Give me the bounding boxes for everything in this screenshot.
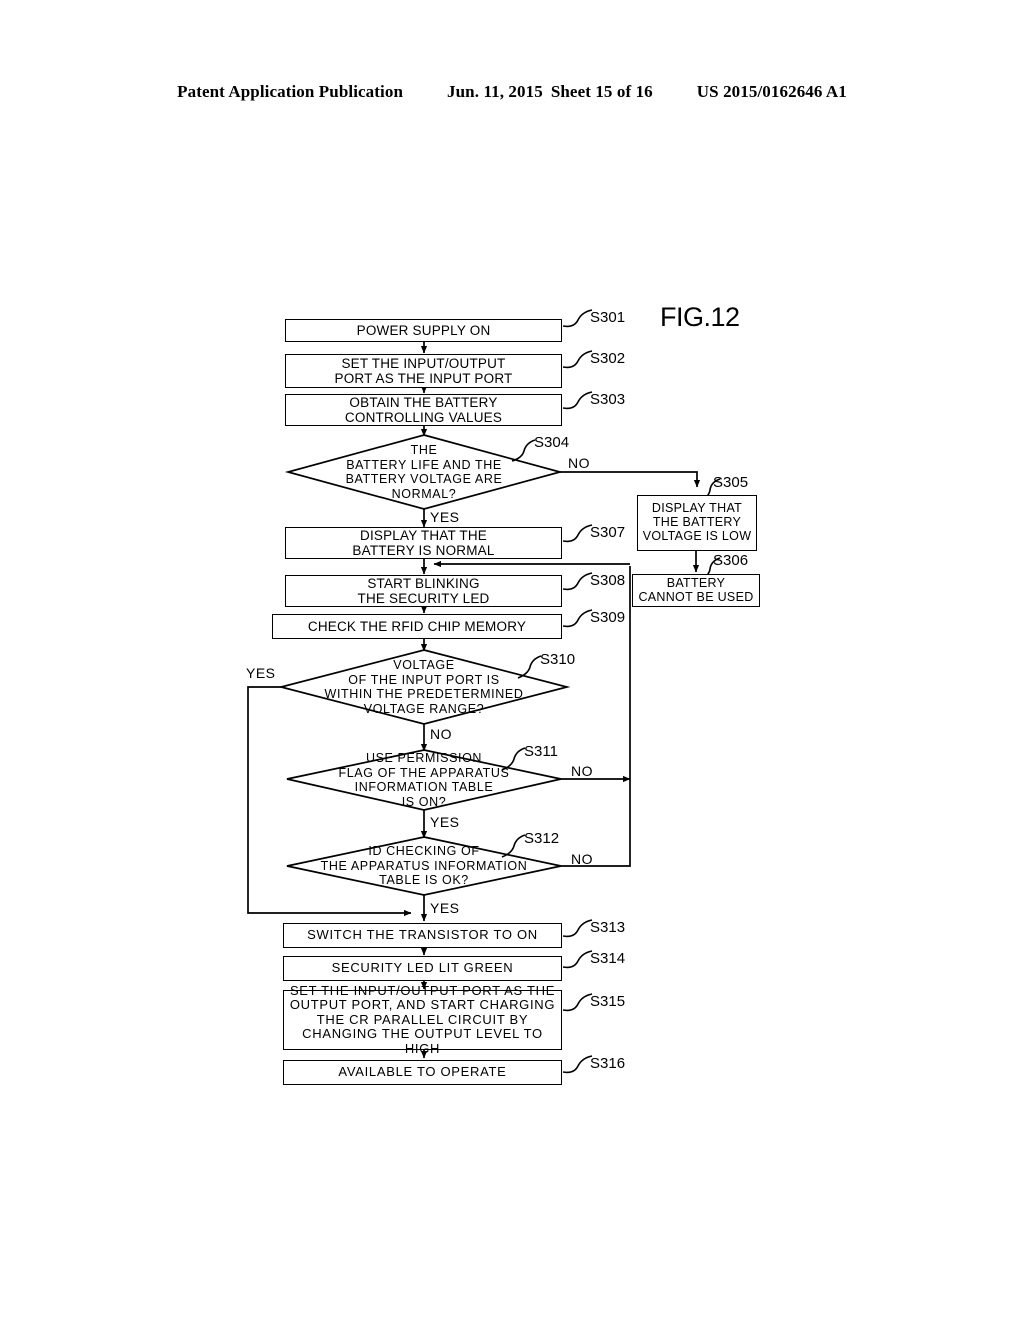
flow-node-s312-label: ID CHECKING OF THE APPARATUS INFORMATION… [320, 844, 528, 888]
flow-node-s306-label: BATTERY CANNOT BE USED [638, 575, 754, 604]
step-tag-s302: S302 [590, 350, 626, 367]
flow-node-s310[interactable]: VOLTAGE OF THE INPUT PORT IS WITHIN THE … [297, 655, 551, 719]
flow-node-s311[interactable]: USE PERMISSION FLAG OF THE APPARATUS INF… [302, 751, 546, 809]
step-tag-s301: S301 [590, 309, 626, 326]
edge-label-s304-yes: YES [430, 509, 460, 525]
step-tag-s314: S314 [590, 950, 626, 967]
flow-node-s315-label: SET THE INPUT/OUTPUT PORT AS THE OUTPUT … [289, 982, 556, 1056]
flow-node-s315[interactable]: SET THE INPUT/OUTPUT PORT AS THE OUTPUT … [283, 983, 562, 1056]
flow-node-s302-label: SET THE INPUT/OUTPUT PORT AS THE INPUT P… [334, 355, 513, 386]
flow-node-s303[interactable]: OBTAIN THE BATTERY CONTROLLING VALUES [285, 394, 562, 426]
flow-node-s316[interactable]: AVAILABLE TO OPERATE [283, 1060, 562, 1085]
flow-node-s305[interactable]: DISPLAY THAT THE BATTERY VOLTAGE IS LOW [637, 495, 757, 551]
step-tag-s308: S308 [590, 572, 626, 589]
step-tag-s313: S313 [590, 919, 626, 936]
flow-node-s307[interactable]: DISPLAY THAT THE BATTERY IS NORMAL [285, 527, 562, 559]
step-tag-s309: S309 [590, 609, 626, 626]
flow-node-s308[interactable]: START BLINKING THE SECURITY LED [285, 575, 562, 607]
edge-label-s310-no: NO [430, 726, 452, 742]
step-tag-s311: S311 [524, 743, 558, 760]
flow-node-s304-label: THE BATTERY LIFE AND THE BATTERY VOLTAGE… [345, 443, 503, 501]
flow-node-s301[interactable]: POWER SUPPLY ON [285, 319, 562, 342]
flow-node-s306[interactable]: BATTERY CANNOT BE USED [632, 574, 760, 607]
step-tag-s303: S303 [590, 391, 626, 408]
step-tag-s316: S316 [590, 1055, 626, 1072]
flow-node-s301-label: POWER SUPPLY ON [356, 322, 491, 338]
flow-node-s303-label: OBTAIN THE BATTERY CONTROLLING VALUES [344, 394, 503, 425]
flow-node-s313[interactable]: SWITCH THE TRANSISTOR TO ON [283, 923, 562, 948]
flow-node-s312[interactable]: ID CHECKING OF THE APPARATUS INFORMATION… [300, 842, 548, 890]
edge-label-s310-yes: YES [246, 665, 276, 681]
step-tag-s306: S306 [713, 552, 749, 569]
flow-node-s314-label: SECURITY LED LIT GREEN [331, 960, 514, 976]
step-tag-s312: S312 [524, 830, 560, 847]
edge-label-s311-yes: YES [430, 814, 460, 830]
flow-node-s304[interactable]: THE BATTERY LIFE AND THE BATTERY VOLTAGE… [304, 440, 544, 504]
flow-node-s308-label: START BLINKING THE SECURITY LED [357, 575, 490, 606]
step-tag-s315: S315 [590, 993, 626, 1010]
step-tag-s310: S310 [540, 651, 576, 668]
step-tag-s305: S305 [713, 474, 749, 491]
flow-node-s302[interactable]: SET THE INPUT/OUTPUT PORT AS THE INPUT P… [285, 354, 562, 388]
step-tag-s304: S304 [534, 434, 570, 451]
edge-label-s312-yes: YES [430, 900, 460, 916]
flow-node-s307-label: DISPLAY THAT THE BATTERY IS NORMAL [352, 527, 495, 558]
flow-node-s305-label: DISPLAY THAT THE BATTERY VOLTAGE IS LOW [642, 501, 752, 543]
flow-node-s316-label: AVAILABLE TO OPERATE [338, 1064, 507, 1080]
flow-node-s311-label: USE PERMISSION FLAG OF THE APPARATUS INF… [338, 751, 510, 809]
flow-node-s309[interactable]: CHECK THE RFID CHIP MEMORY [272, 614, 562, 639]
edge-label-s312-no: NO [571, 851, 593, 867]
flow-node-s309-label: CHECK THE RFID CHIP MEMORY [307, 618, 527, 634]
flowchart-connectors [247, 309, 721, 1074]
edge-label-s304-no: NO [568, 455, 590, 471]
flow-node-s314[interactable]: SECURITY LED LIT GREEN [283, 956, 562, 981]
edge-label-s311-no: NO [571, 763, 593, 779]
flowchart-diagram: POWER SUPPLY ON SET THE INPUT/OUTPUT POR… [0, 0, 1024, 1320]
step-tag-s307: S307 [590, 524, 626, 541]
flow-node-s313-label: SWITCH THE TRANSISTOR TO ON [307, 927, 538, 943]
flow-node-s310-label: VOLTAGE OF THE INPUT PORT IS WITHIN THE … [324, 658, 524, 716]
